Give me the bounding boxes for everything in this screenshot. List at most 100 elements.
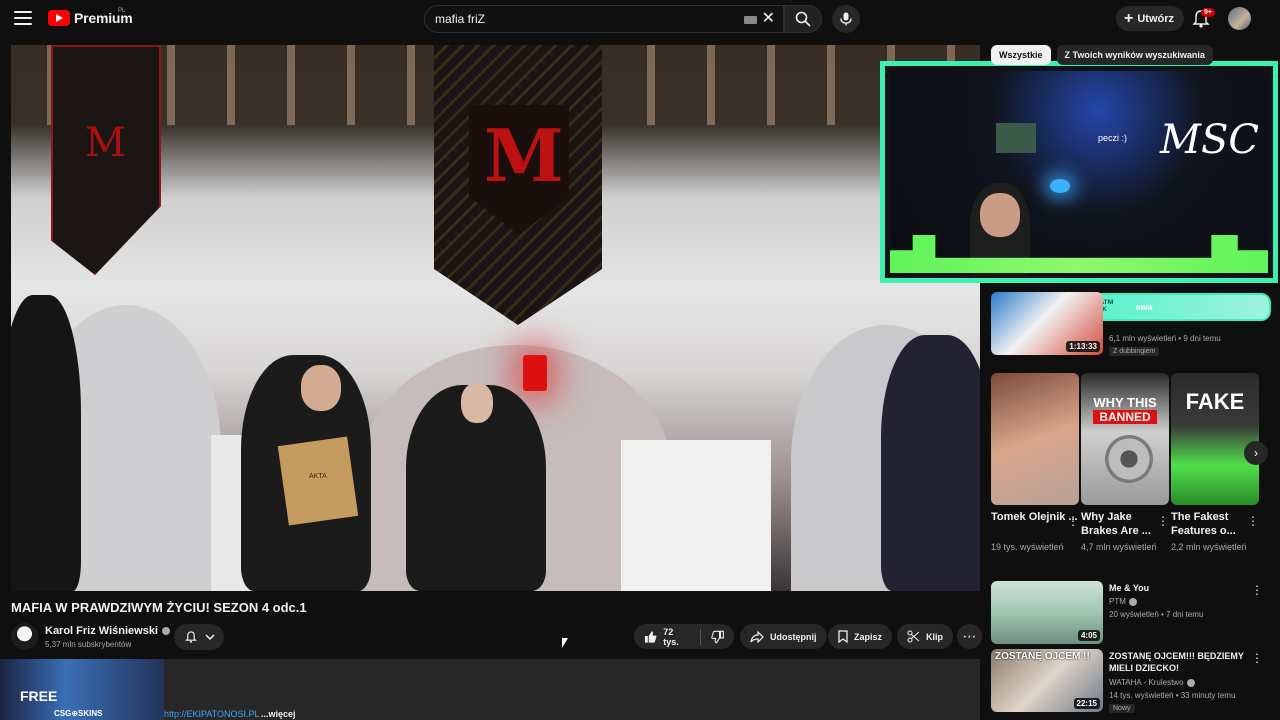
verified-icon [1128, 597, 1137, 606]
chip-from-search[interactable]: Z Twoich wyników wyszukiwania [1056, 45, 1213, 65]
short-menu-icon[interactable]: ⋮ [1247, 514, 1259, 528]
recommendation-thumbnail[interactable]: ZOSTANĘ OJCEM !! 22:15 [991, 649, 1103, 712]
search-button[interactable] [784, 5, 822, 33]
akta-folder [277, 436, 359, 526]
thumbnail-text: ZOSTANĘ OJCEM !! [995, 651, 1090, 662]
recommendation-channel[interactable]: PTM [1109, 597, 1137, 606]
description-more-button[interactable]: ...więcej [261, 709, 296, 719]
short-title[interactable]: Why Jake Brakes Are ... [1081, 510, 1169, 540]
recommendation-item[interactable]: ZOSTANĘ OJCEM !! 22:15 ZOSTANĘ OJCEM!!! … [991, 649, 1263, 716]
channel-subscribers: 5,37 mln subskrybentów [45, 640, 132, 649]
save-button[interactable]: Zapisz [828, 624, 893, 649]
short-title[interactable]: The Fakest Features o... [1171, 510, 1259, 540]
save-label: Zapisz [854, 631, 883, 642]
short-thumbnail[interactable] [991, 373, 1079, 505]
person-center-face [461, 383, 493, 423]
stream-overlay: peczi :) MSC [880, 61, 1278, 283]
recommendation-channel[interactable]: WATAHA - Krulestwo [1109, 678, 1195, 687]
person-edge-left [11, 295, 81, 591]
short-overlay-text: FAKE [1185, 389, 1245, 414]
bell-icon [184, 631, 197, 643]
recommendation-menu-icon[interactable]: ⋮ [1251, 583, 1263, 597]
recommendation-thumbnail[interactable]: 1:13:33 [991, 292, 1103, 355]
clip-label: Klip [926, 631, 943, 642]
blue-light [1050, 179, 1070, 193]
recommendation-menu-icon[interactable]: ⋮ [1251, 651, 1263, 665]
recommendation-thumbnail[interactable]: 4:05 [991, 581, 1103, 644]
short-menu-icon[interactable]: ⋮ [1157, 514, 1169, 528]
like-count[interactable]: 72 tys. [663, 627, 690, 647]
search-input[interactable] [435, 12, 735, 26]
share-label: Udostępnij [770, 631, 817, 642]
like-icon[interactable] [644, 630, 657, 644]
short-thumbnail[interactable]: FAKE [1171, 373, 1259, 505]
short-thumbnail[interactable]: WHY THIS BANNED [1081, 373, 1169, 505]
channel-name-text: Karol Friz Wiśniewski [45, 625, 158, 637]
overlay-note: peczi :) [1098, 133, 1128, 143]
shorts-next-button[interactable]: › [1244, 441, 1268, 465]
scissors-icon [907, 630, 920, 643]
more-actions-button[interactable]: ⋯ [957, 624, 982, 649]
video-title: MAFIA W PRAWDZIWYM ŻYCIU! SEZON 4 odc.1 [11, 600, 307, 615]
chevron-down-icon [204, 634, 215, 641]
overlay-logo: MSC [1160, 117, 1259, 163]
main-banner-letter: M [484, 113, 564, 198]
search-icon [795, 11, 811, 27]
notifications-badge: 9+ [1201, 8, 1215, 17]
short-title[interactable]: Tomek Olejnik ... [991, 510, 1079, 540]
recommendation-item[interactable]: 1:13:33 6,1 mln wyświetleń • 9 dni temu … [991, 292, 1261, 362]
country-code: PL [118, 8, 126, 14]
chevron-right-icon: › [1254, 446, 1258, 460]
white-pillar [621, 440, 771, 591]
description-link[interactable]: http://EKIPATONOSI.PL [164, 709, 260, 719]
short-item[interactable]: WHY THIS BANNED Why Jake Brakes Are ... … [1081, 373, 1169, 555]
person-left-face [301, 365, 341, 411]
recommendation-item[interactable]: 4:05 Me & You PTM 20 wyświetleń • 7 dni … [991, 581, 1263, 644]
person-right [881, 335, 980, 591]
duration-badge: 4:05 [1077, 630, 1100, 641]
brake-disc [1105, 435, 1153, 483]
clear-search-icon[interactable]: ✕ [762, 11, 775, 27]
short-item[interactable]: FAKE The Fakest Features o... 2,2 mln wy… [1171, 373, 1259, 555]
keyboard-icon[interactable] [744, 16, 757, 24]
video-player[interactable]: M M AKTA [11, 45, 980, 591]
verified-icon [162, 627, 170, 635]
account-avatar[interactable] [1228, 7, 1251, 30]
channel-name[interactable]: Karol Friz Wiśniewski [45, 625, 170, 637]
subscription-bell-button[interactable] [174, 624, 224, 650]
divider [699, 628, 701, 645]
clip-button[interactable]: Klip [897, 624, 953, 649]
akta-folder-text: AKTA [309, 473, 327, 480]
short-overlay-text: WHY THIS [1093, 395, 1157, 410]
short-item[interactable]: Tomek Olejnik ... 19 tys. wyświetleń ⋮ [991, 373, 1079, 555]
duration-badge: 22:15 [1073, 698, 1100, 709]
shorts-shelf: Tomek Olejnik ... 19 tys. wyświetleń ⋮ W… [991, 373, 1261, 573]
menu-icon[interactable] [14, 11, 32, 25]
video-frame: M M AKTA [11, 45, 980, 591]
channel-avatar[interactable] [11, 623, 38, 650]
like-dislike-group: 72 tys. [634, 624, 734, 649]
recommendation-title[interactable]: Me & You [1109, 582, 1249, 594]
create-button[interactable]: + Utwórz [1116, 6, 1185, 31]
new-badge: Nowy [1109, 704, 1135, 713]
voice-search-button[interactable] [832, 5, 860, 33]
red-lamp [523, 355, 547, 391]
mouse-cursor [562, 638, 568, 648]
chip-all[interactable]: Wszystkie [991, 45, 1051, 65]
duration-badge: 1:13:33 [1066, 341, 1100, 352]
recommendation-meta: 6,1 mln wyświetleń • 9 dni temu [1109, 334, 1221, 343]
short-views: 4,7 mln wyświetleń [1081, 542, 1157, 552]
short-overlay-banned: BANNED [1093, 410, 1157, 424]
banner-brand-text: CSG⊕SKINS [54, 709, 103, 718]
search-box[interactable]: ✕ [424, 5, 784, 33]
more-icon: ⋯ [962, 628, 977, 644]
dislike-icon[interactable] [711, 630, 724, 644]
streamer-face [980, 193, 1020, 237]
short-menu-icon[interactable]: ⋮ [1067, 514, 1079, 528]
play-logo-icon [48, 10, 70, 26]
share-button[interactable]: Udostępnij [740, 624, 827, 649]
top-bar: Premium PL ✕ + Utwórz 9+ [0, 0, 1280, 38]
short-views: 2,2 mln wyświetleń [1171, 542, 1247, 552]
recommendation-title[interactable]: ZOSTANĘ OJCEM!!! BĘDZIEMY MIELI DZIECKO! [1109, 650, 1249, 674]
share-icon [750, 630, 764, 643]
